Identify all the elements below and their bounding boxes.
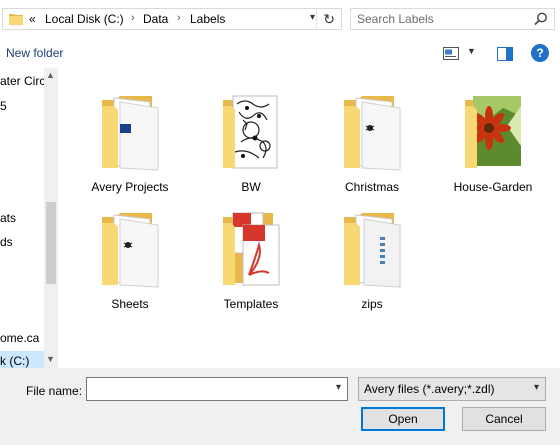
file-name-combo[interactable]: ▾ bbox=[86, 377, 348, 401]
nav-scrollbar[interactable]: ▲ ▼ bbox=[44, 68, 58, 368]
address-bar[interactable]: « Local Disk (C:) › Data › Labels ▾ ↻ bbox=[2, 8, 342, 30]
folder-icon bbox=[9, 14, 23, 25]
folder-icon bbox=[102, 96, 159, 171]
open-button[interactable]: Open bbox=[361, 407, 445, 431]
scroll-down-icon[interactable]: ▼ bbox=[46, 354, 55, 364]
folder-icon bbox=[465, 96, 521, 168]
navigation-pane: ater Circ 5 ats ds ome.ca k (C:) ▲ ▼ bbox=[0, 68, 58, 368]
folder-icon bbox=[344, 96, 401, 171]
help-button[interactable]: ? bbox=[531, 44, 549, 62]
file-type-filter[interactable]: Avery files (*.avery;*.zdl) ▾ bbox=[358, 377, 546, 401]
file-name-input[interactable] bbox=[91, 379, 325, 401]
folder-name: Sheets bbox=[111, 297, 149, 311]
search-input[interactable] bbox=[357, 11, 527, 27]
file-list: Avery Projects BW Christmas House-Garden… bbox=[60, 68, 560, 368]
search-icon[interactable] bbox=[534, 12, 548, 26]
folder-item[interactable]: Templates bbox=[196, 189, 306, 311]
dialog-footer: File name: ▾ Avery files (*.avery;*.zdl)… bbox=[0, 368, 560, 445]
breadcrumb-overflow[interactable]: « bbox=[29, 12, 36, 26]
folder-item[interactable]: BW bbox=[196, 72, 306, 194]
preview-pane-icon[interactable] bbox=[497, 47, 513, 61]
cancel-button[interactable]: Cancel bbox=[462, 407, 546, 431]
folder-name: zips bbox=[361, 297, 383, 311]
folder-icon bbox=[344, 213, 401, 288]
chevron-down-icon[interactable]: ▾ bbox=[534, 382, 539, 393]
divider bbox=[316, 9, 317, 29]
folder-item[interactable]: zips bbox=[317, 189, 427, 311]
view-options-icon[interactable] bbox=[443, 47, 459, 60]
folder-icon bbox=[102, 213, 159, 288]
breadcrumb-data[interactable]: Data bbox=[143, 12, 168, 26]
file-type-value: Avery files (*.avery;*.zdl) bbox=[364, 382, 495, 396]
scrollbar-thumb[interactable] bbox=[46, 202, 56, 284]
folder-name: House-Garden bbox=[453, 180, 533, 194]
folder-name: Templates bbox=[223, 297, 279, 311]
breadcrumb-labels[interactable]: Labels bbox=[190, 12, 225, 26]
nav-item[interactable]: ome.ca bbox=[0, 331, 39, 345]
nav-item-local-disk[interactable]: k (C:) bbox=[0, 351, 44, 368]
nav-item[interactable]: ats bbox=[0, 211, 16, 225]
file-name-label: File name: bbox=[26, 384, 83, 398]
breadcrumb-local-disk[interactable]: Local Disk (C:) bbox=[45, 12, 124, 26]
folder-item[interactable]: House-Garden bbox=[438, 72, 548, 194]
scroll-up-icon[interactable]: ▲ bbox=[46, 70, 55, 80]
nav-item[interactable]: ds bbox=[0, 235, 13, 249]
search-box[interactable] bbox=[350, 8, 555, 30]
nav-item[interactable]: 5 bbox=[0, 99, 7, 113]
folder-icon bbox=[223, 95, 278, 169]
folder-item[interactable]: Avery Projects bbox=[75, 72, 185, 194]
folder-item[interactable]: Christmas bbox=[317, 72, 427, 194]
folder-item[interactable]: Sheets bbox=[75, 189, 185, 311]
folder-icon bbox=[223, 212, 280, 286]
nav-item[interactable]: ater Circ bbox=[0, 74, 45, 88]
chevron-down-icon[interactable]: ▾ bbox=[336, 382, 341, 393]
toolbar: New folder ▼ ? bbox=[0, 40, 560, 68]
chevron-right-icon[interactable]: › bbox=[131, 12, 135, 24]
chevron-down-icon[interactable]: ▾ bbox=[310, 12, 315, 23]
refresh-icon[interactable]: ↻ bbox=[323, 11, 335, 28]
new-folder-button[interactable]: New folder bbox=[6, 46, 63, 60]
chevron-down-icon[interactable]: ▼ bbox=[467, 46, 476, 56]
chevron-right-icon[interactable]: › bbox=[177, 12, 181, 24]
